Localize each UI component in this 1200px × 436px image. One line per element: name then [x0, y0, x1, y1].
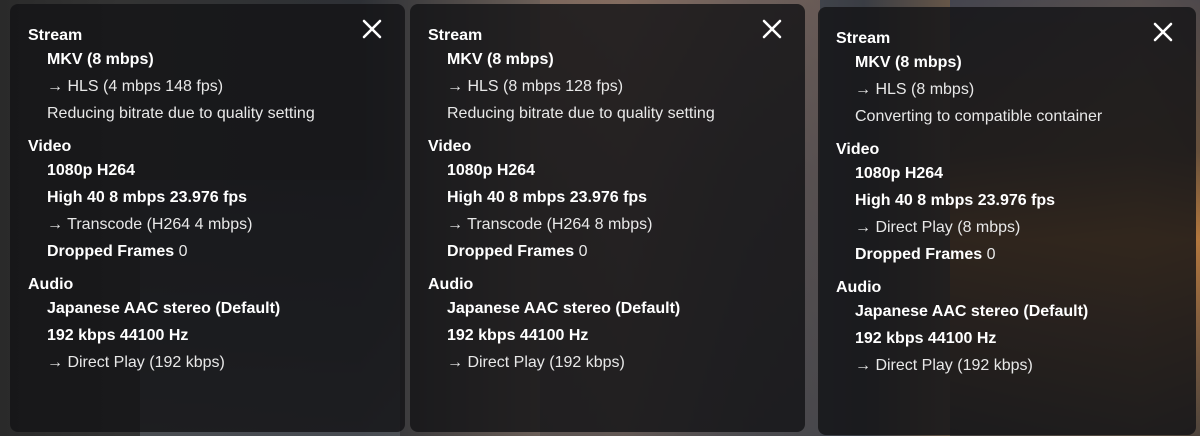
close-button[interactable]	[1152, 21, 1174, 43]
stream-target: → HLS (4 mbps 148 fps)	[47, 78, 224, 95]
video-profile: High 40 8 mbps 23.976 fps	[447, 189, 648, 206]
close-icon	[362, 19, 382, 39]
dropped-frames-value: 0	[986, 246, 996, 263]
audio-track: Japanese AAC stereo (Default)	[47, 300, 281, 317]
video-section: Video 1080p H264 High 40 8 mbps 23.976 f…	[28, 137, 387, 265]
stream-target: → HLS (8 mbps 128 fps)	[447, 78, 624, 95]
audio-title: Audio	[28, 276, 74, 293]
video-profile: High 40 8 mbps 23.976 fps	[855, 192, 1056, 209]
stream-target: → HLS (8 mbps)	[855, 81, 975, 98]
dropped-frames-row: Dropped Frames 0	[428, 238, 787, 265]
dropped-frames-label: Dropped Frames	[447, 243, 575, 260]
close-button[interactable]	[761, 18, 783, 40]
video-section: Video 1080p H264 High 40 8 mbps 23.976 f…	[836, 140, 1178, 268]
video-section: Video 1080p H264 High 40 8 mbps 23.976 f…	[428, 137, 787, 265]
stream-format: MKV (8 mbps)	[47, 51, 154, 68]
dropped-frames-value: 0	[178, 243, 188, 260]
video-title: Video	[836, 141, 880, 158]
close-button[interactable]	[361, 18, 383, 40]
audio-rate: 192 kbps 44100 Hz	[47, 327, 189, 344]
audio-title: Audio	[836, 279, 882, 296]
video-resolution: 1080p H264	[47, 162, 136, 179]
stream-reason: Reducing bitrate due to quality setting	[47, 105, 315, 122]
dropped-frames-label: Dropped Frames	[47, 243, 175, 260]
stream-section: Stream MKV (8 mbps) → HLS (8 mbps 128 fp…	[428, 26, 787, 127]
stream-title: Stream	[28, 27, 83, 44]
dropped-frames-row: Dropped Frames 0	[28, 238, 387, 265]
stream-reason: Reducing bitrate due to quality setting	[447, 105, 715, 122]
dropped-frames-value: 0	[578, 243, 588, 260]
audio-rate: 192 kbps 44100 Hz	[447, 327, 589, 344]
audio-track: Japanese AAC stereo (Default)	[447, 300, 681, 317]
playback-info-panel: Stream MKV (8 mbps) → HLS (8 mbps) Conve…	[818, 7, 1196, 435]
close-icon	[1153, 22, 1173, 42]
video-title: Video	[428, 138, 472, 155]
stream-format: MKV (8 mbps)	[447, 51, 554, 68]
audio-track: Japanese AAC stereo (Default)	[855, 303, 1089, 320]
stream-title: Stream	[836, 30, 891, 47]
audio-mode: → Direct Play (192 kbps)	[447, 354, 625, 371]
video-mode: → Transcode (H264 4 mbps)	[47, 216, 253, 233]
stream-format: MKV (8 mbps)	[855, 54, 962, 71]
video-background: Stream MKV (8 mbps) → HLS (4 mbps 148 fp…	[0, 0, 1200, 436]
stream-reason: Converting to compatible container	[855, 108, 1103, 125]
stream-section: Stream MKV (8 mbps) → HLS (4 mbps 148 fp…	[28, 26, 387, 127]
video-resolution: 1080p H264	[855, 165, 944, 182]
dropped-frames-row: Dropped Frames 0	[836, 241, 1178, 268]
video-resolution: 1080p H264	[447, 162, 536, 179]
audio-section: Audio Japanese AAC stereo (Default) 192 …	[28, 275, 387, 376]
audio-mode: → Direct Play (192 kbps)	[855, 357, 1033, 374]
video-title: Video	[28, 138, 72, 155]
audio-rate: 192 kbps 44100 Hz	[855, 330, 997, 347]
video-profile: High 40 8 mbps 23.976 fps	[47, 189, 248, 206]
audio-mode: → Direct Play (192 kbps)	[47, 354, 225, 371]
video-mode: → Direct Play (8 mbps)	[855, 219, 1021, 236]
audio-title: Audio	[428, 276, 474, 293]
audio-section: Audio Japanese AAC stereo (Default) 192 …	[428, 275, 787, 376]
dropped-frames-label: Dropped Frames	[855, 246, 983, 263]
video-mode: → Transcode (H264 8 mbps)	[447, 216, 653, 233]
playback-info-panel: Stream MKV (8 mbps) → HLS (8 mbps 128 fp…	[410, 4, 805, 432]
playback-info-panel: Stream MKV (8 mbps) → HLS (4 mbps 148 fp…	[10, 4, 405, 432]
stream-title: Stream	[428, 27, 483, 44]
close-icon	[762, 19, 782, 39]
stream-section: Stream MKV (8 mbps) → HLS (8 mbps) Conve…	[836, 29, 1178, 130]
audio-section: Audio Japanese AAC stereo (Default) 192 …	[836, 278, 1178, 379]
